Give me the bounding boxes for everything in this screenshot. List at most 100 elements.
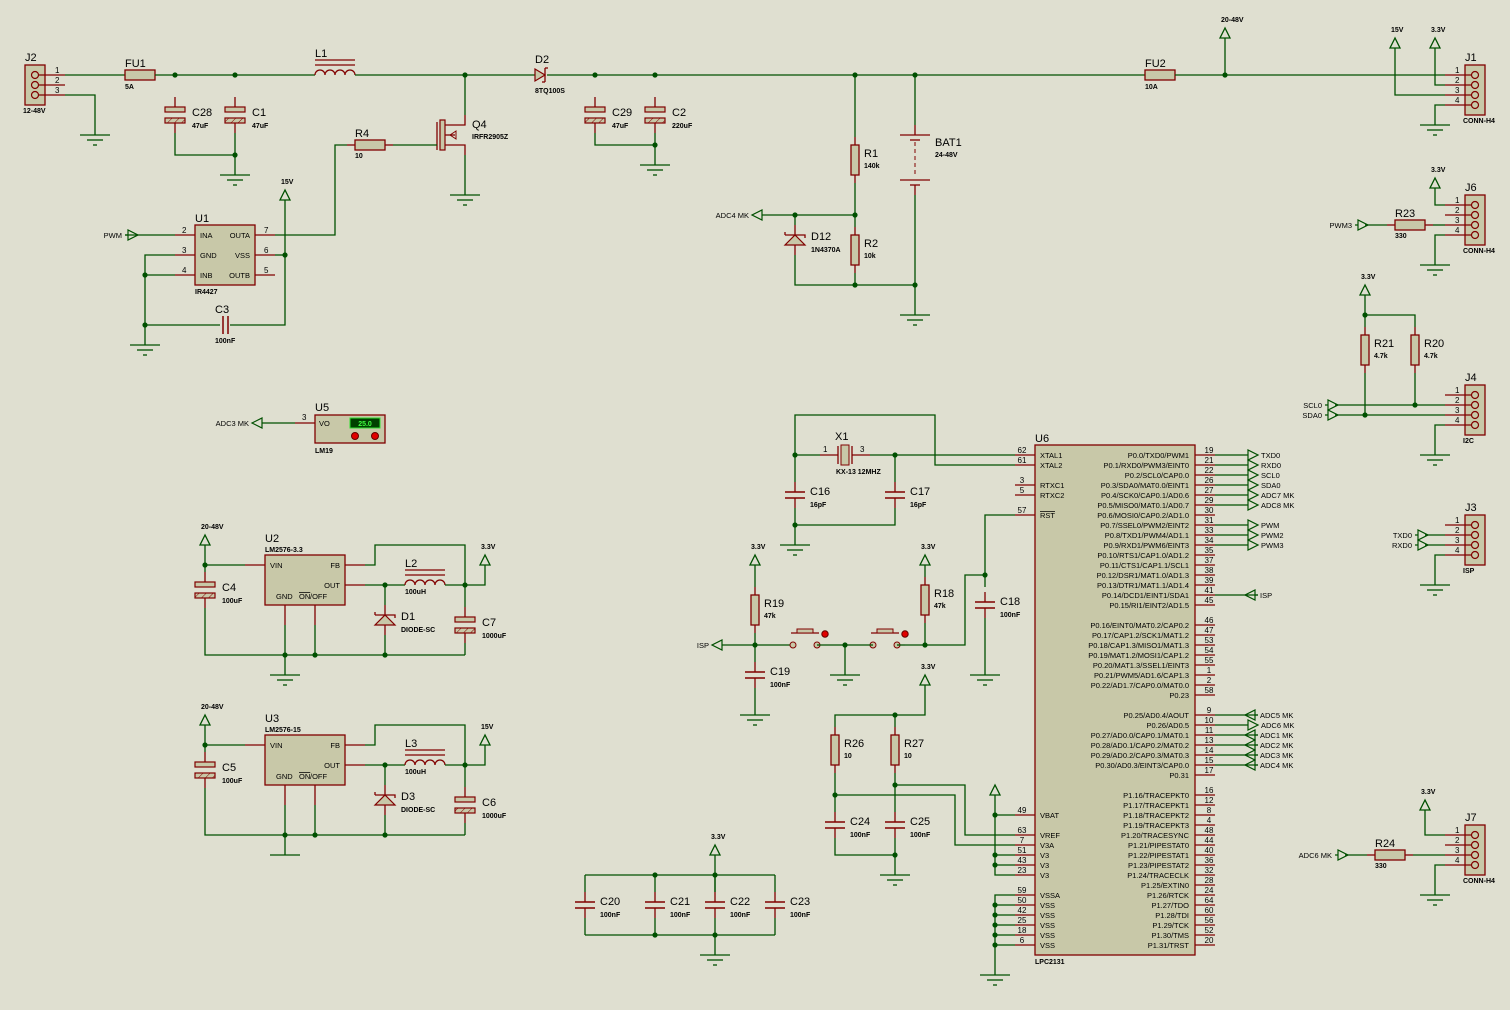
c22-capacitor[interactable] [705,901,725,909]
c5-electrolytic-capacitor[interactable] [194,761,216,779]
net-terminal-icon[interactable] [1245,449,1260,461]
switch-actuator-icon[interactable] [821,630,829,638]
r21-resistor[interactable] [1360,334,1370,366]
c28-electrolytic-capacitor[interactable] [164,106,186,124]
c1-ref: C1 [252,107,266,119]
pin-number: 64 [1205,896,1214,905]
net-terminal-icon[interactable] [1245,469,1260,481]
junction-dot [992,932,998,938]
switch-cap [796,628,814,634]
c29-electrolytic-capacitor[interactable] [584,106,606,124]
pin-name: GND [276,592,293,601]
pin-number: 39 [1205,576,1214,585]
decrement-button-icon[interactable] [371,432,379,440]
d3-diode[interactable] [373,794,397,806]
pin-number: 2 [1455,206,1460,215]
connector-pin-icon [1470,400,1480,410]
pin-number: 26 [1205,476,1214,485]
connector-pin-icon [30,80,40,90]
pin-name: ON [299,772,310,781]
r19-resistor[interactable] [750,594,760,626]
d12-diode[interactable] [783,234,807,246]
c2-electrolytic-capacitor[interactable] [644,106,666,124]
net-label: ADC6 MK [1261,721,1294,730]
junction-dot [172,72,178,78]
c23-capacitor[interactable] [765,901,785,909]
isp-pushbutton[interactable] [789,641,797,649]
q4-mosfet[interactable] [439,119,446,151]
c4-ref: C4 [222,582,236,594]
r1-resistor[interactable] [850,144,860,176]
net-label: ADC3 MK [1260,751,1293,760]
net-label: SDA0 [1261,481,1281,490]
net-terminal-icon[interactable] [1245,489,1260,501]
c7-electrolytic-capacitor[interactable] [454,616,476,634]
c22-value: 100nF [730,912,751,919]
junction-dot [992,852,998,858]
l3-inductor[interactable] [404,759,446,766]
c25-capacitor[interactable] [885,821,905,829]
l1-inductor[interactable] [314,69,356,76]
fu1-fuse[interactable] [124,69,156,81]
r27-resistor[interactable] [890,734,900,766]
increment-button-icon[interactable] [351,432,359,440]
c20-capacitor[interactable] [575,901,595,909]
net-terminal-icon[interactable] [1245,499,1260,511]
switch-actuator-icon[interactable] [901,630,909,638]
r18-resistor[interactable] [920,584,930,616]
r20-resistor[interactable] [1410,334,1420,366]
r26-resistor[interactable] [830,734,840,766]
pin-name: VSS [1040,921,1055,930]
c17-capacitor[interactable] [885,491,905,499]
fu2-fuse[interactable] [1144,69,1176,81]
net-terminal-icon[interactable] [1245,539,1260,551]
power-terminal-icon [708,843,722,856]
pin-number: 1 [1455,66,1460,75]
net-terminal-icon[interactable] [1245,519,1260,531]
d1-diode[interactable] [373,614,397,626]
r4-value: 10 [355,153,363,160]
l2-inductor[interactable] [404,579,446,586]
l1-ref: L1 [315,48,327,60]
pin-number: 10 [1205,716,1214,725]
d2-diode[interactable] [534,67,547,83]
r18-ref: R18 [934,588,954,600]
net-terminal-icon[interactable] [750,209,765,221]
wire [794,414,1015,466]
c18-capacitor[interactable] [975,601,995,609]
c6-electrolytic-capacitor[interactable] [454,796,476,814]
net-terminal-icon[interactable] [1245,529,1260,541]
c16-capacitor[interactable] [785,491,805,499]
d3-value: DIODE-SC [401,807,435,814]
r20-ref: R20 [1424,338,1444,350]
pin-number: 3 [1455,536,1460,545]
c19-capacitor[interactable] [745,671,765,679]
schematic-canvas[interactable]: 123J212-48VFU15AC2847uFC147uFL1Q4IRFR290… [0,0,1510,1010]
c24-capacitor[interactable] [825,821,845,829]
pin-number: 22 [1205,466,1214,475]
net-terminal-icon[interactable] [250,417,265,429]
pin-number: 24 [1205,886,1214,895]
junction-dot [652,142,658,148]
wire [144,254,175,345]
c1-electrolytic-capacitor[interactable] [224,106,246,124]
c3-ref: C3 [215,304,229,316]
net-terminal-icon[interactable] [1245,719,1260,731]
r24-resistor[interactable] [1374,849,1406,861]
pin-name: P0.13/DTR1/MAT1.1/AD1.4 [1097,581,1189,590]
c21-capacitor[interactable] [645,901,665,909]
power-terminal-icon [1428,36,1442,49]
net-terminal-icon[interactable] [1245,459,1260,471]
pin-number: 19 [1205,446,1214,455]
net-terminal-icon[interactable] [710,639,725,651]
r2-resistor[interactable] [850,234,860,266]
r23-resistor[interactable] [1394,219,1426,231]
ground-symbol [640,164,670,176]
c7-value: 1000uF [482,633,507,640]
r4-resistor[interactable] [354,139,386,151]
net-terminal-icon[interactable] [1245,479,1260,491]
junction-dot [1412,402,1418,408]
c4-electrolytic-capacitor[interactable] [194,581,216,599]
u1-value: IR4427 [195,289,218,296]
wire [1434,188,1445,206]
